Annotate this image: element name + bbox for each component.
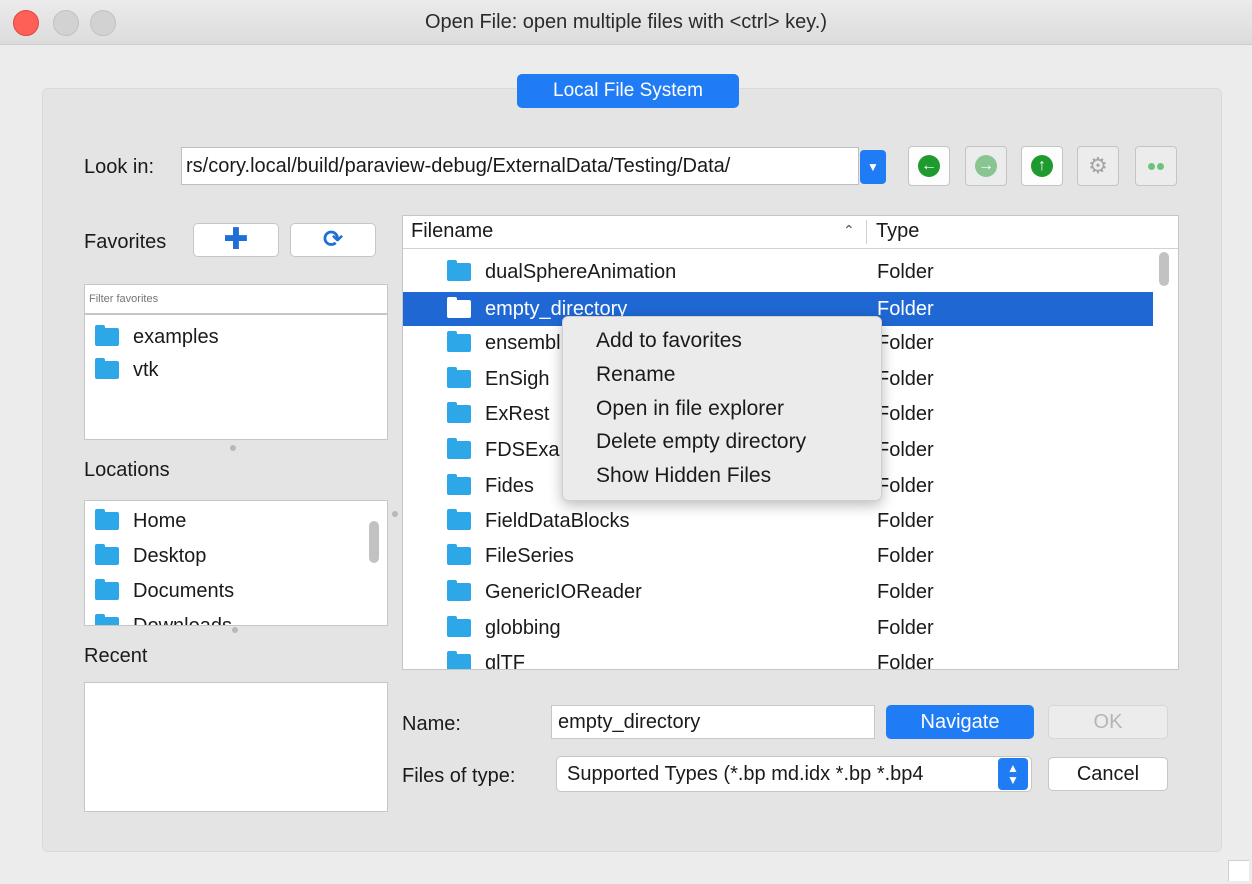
folder-icon (95, 614, 119, 625)
file-row[interactable]: FieldDataBlocks Folder (403, 504, 1153, 538)
filter-favorites-input[interactable] (84, 284, 388, 314)
menu-item-add-to-favorites[interactable]: Add to favorites (596, 329, 742, 353)
chevron-up-down-icon[interactable]: ▲ ▼ (998, 758, 1028, 790)
splitter-handle-vertical[interactable] (392, 511, 398, 517)
details-dots-icon (1148, 162, 1164, 170)
gear-icon: ⚙ (1088, 153, 1108, 178)
favorites-list[interactable]: examples vtk (84, 314, 388, 440)
column-header-type[interactable]: Type (876, 220, 919, 243)
chevron-down-icon[interactable]: ▼ (860, 150, 886, 184)
splitter-handle[interactable] (232, 627, 238, 633)
context-menu: Add to favorites Rename Open in file exp… (562, 316, 882, 501)
file-row[interactable]: globbing Folder (403, 611, 1153, 645)
folder-icon (447, 616, 471, 637)
favorites-label: Favorites (84, 231, 167, 253)
folder-icon (95, 358, 119, 379)
refresh-favorites-button[interactable]: ⟳ (290, 223, 376, 257)
ok-button[interactable]: OK (1048, 705, 1168, 739)
sort-ascending-icon: ⌃ (843, 222, 855, 238)
folder-icon (447, 438, 471, 459)
file-list-scrollbar[interactable] (1159, 252, 1169, 286)
menu-item-delete-empty-directory[interactable]: Delete empty directory (596, 430, 806, 454)
folder-icon (447, 509, 471, 530)
menu-item-rename[interactable]: Rename (596, 363, 675, 387)
files-of-type-label: Files of type: (402, 765, 516, 787)
folder-icon (447, 544, 471, 565)
forward-button[interactable]: → (965, 146, 1007, 186)
folder-icon (95, 544, 119, 565)
menu-item-open-in-file-explorer[interactable]: Open in file explorer (596, 397, 784, 421)
back-button[interactable]: ← (908, 146, 950, 186)
plus-icon: ✚ (223, 223, 249, 256)
folder-icon (95, 579, 119, 600)
list-item[interactable]: Downloads (95, 609, 232, 625)
file-row[interactable]: FileSeries Folder (403, 539, 1153, 573)
column-separator[interactable] (866, 220, 867, 244)
look-in-path-combobox[interactable]: rs/cory.local/build/paraview-debug/Exter… (181, 147, 859, 185)
arrow-right-icon: → (975, 155, 997, 177)
locations-scrollbar[interactable] (369, 521, 379, 563)
look-in-label: Look in: (84, 156, 155, 178)
arrow-left-icon: ← (918, 155, 940, 177)
title-bar: Open File: open multiple files with <ctr… (0, 0, 1252, 45)
list-item[interactable]: Home (95, 504, 186, 538)
folder-icon (447, 580, 471, 601)
show-details-button[interactable] (1135, 146, 1177, 186)
file-row[interactable]: glTF Folder (403, 646, 1153, 669)
name-label: Name: (402, 713, 461, 735)
locations-list[interactable]: Home Desktop Documents Downloads (84, 500, 388, 626)
folder-icon (447, 331, 471, 352)
list-item[interactable]: Documents (95, 574, 234, 608)
list-item[interactable]: Desktop (95, 539, 206, 573)
list-item[interactable]: examples (95, 320, 219, 354)
folder-icon (447, 260, 471, 281)
name-input[interactable]: empty_directory (551, 705, 875, 739)
cancel-button[interactable]: Cancel (1048, 757, 1168, 791)
column-header-filename[interactable]: Filename (411, 220, 493, 243)
files-of-type-select[interactable]: Supported Types (*.bp md.idx *.bp *.bp4 (556, 756, 1032, 792)
locations-label: Locations (84, 459, 170, 481)
refresh-icon: ⟳ (322, 226, 344, 253)
window-title: Open File: open multiple files with <ctr… (424, 11, 828, 33)
recent-list[interactable] (84, 682, 388, 812)
list-item[interactable]: vtk (95, 353, 159, 387)
resize-grip[interactable] (1228, 860, 1249, 881)
navigate-button[interactable]: Navigate (886, 705, 1034, 739)
tab-local-file-system[interactable]: Local File System (517, 74, 739, 108)
splitter-handle[interactable] (230, 445, 236, 451)
recent-label: Recent (84, 645, 148, 667)
file-row[interactable]: GenericIOReader Folder (403, 575, 1153, 609)
folder-icon (95, 325, 119, 346)
file-list-header: Filename ⌃ Type (403, 216, 1178, 249)
folder-icon (447, 651, 471, 669)
folder-icon (95, 509, 119, 530)
add-favorite-button[interactable]: ✚ (193, 223, 279, 257)
settings-button[interactable]: ⚙ (1077, 146, 1119, 186)
folder-icon (447, 297, 471, 318)
arrow-up-icon: ↑ (1031, 155, 1053, 177)
parent-directory-button[interactable]: ↑ (1021, 146, 1063, 186)
menu-item-show-hidden-files[interactable]: Show Hidden Files (596, 464, 771, 488)
folder-icon (447, 474, 471, 495)
file-row[interactable]: dualSphereAnimation Folder (403, 255, 1153, 289)
folder-icon (447, 367, 471, 388)
folder-icon (447, 402, 471, 423)
